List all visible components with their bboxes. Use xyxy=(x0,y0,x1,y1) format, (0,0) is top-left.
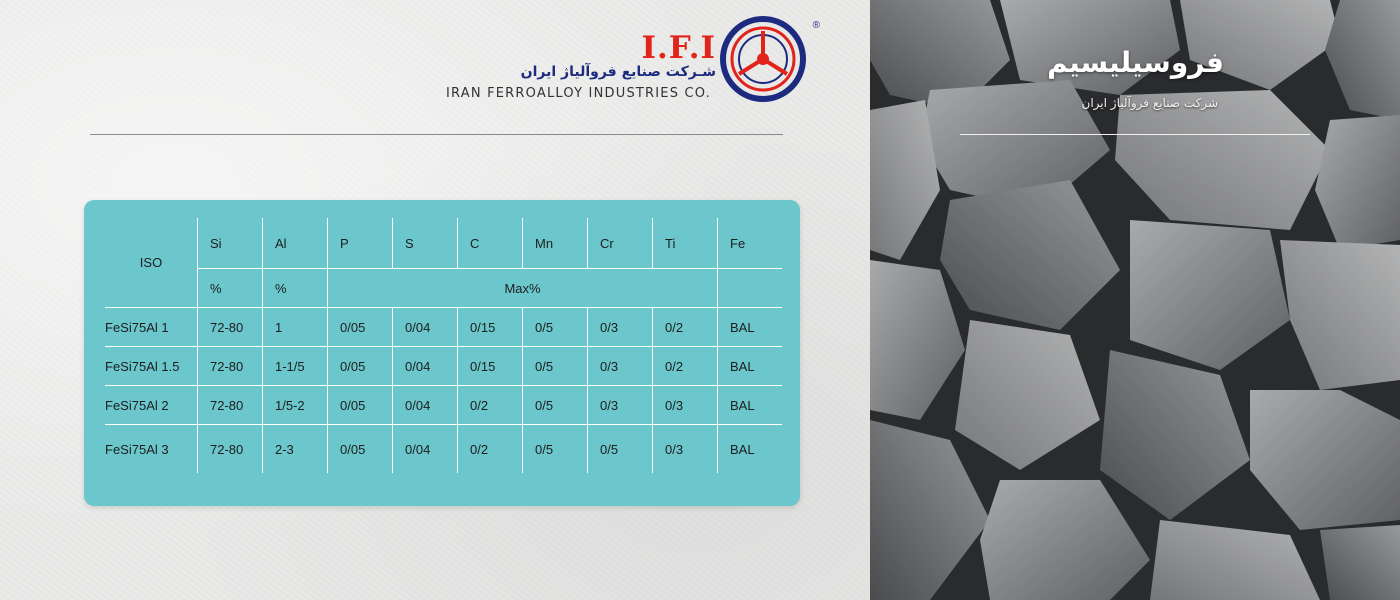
table-cell: BAL xyxy=(717,424,782,473)
table-cell: 0/3 xyxy=(587,346,653,386)
table-cell: 0/2 xyxy=(457,424,523,473)
table-cell: 72-80 xyxy=(197,385,263,425)
company-logo[interactable]: I.F.I شـرکت صنایع فروآلیاژ ایران IRAN FE… xyxy=(440,14,820,106)
table-header-row: ISO Si Al P S C Mn Cr Ti Fe xyxy=(105,218,782,308)
table-cell: 0/05 xyxy=(327,385,393,425)
unit-max-percent: Max% xyxy=(327,268,718,308)
table-cell: 0/5 xyxy=(522,346,588,386)
product-title: فروسیلیسیم xyxy=(1047,46,1224,79)
table-cell: 1/5-2 xyxy=(262,385,328,425)
row-iso: FeSi75Al 1.5 xyxy=(105,346,198,386)
unit-si: % xyxy=(197,268,263,308)
table-unit-row: % % Max% xyxy=(105,268,782,308)
table-cell: 0/04 xyxy=(392,385,458,425)
unit-al: % xyxy=(262,268,328,308)
table-row: FeSi75Al 3 72-80 2-3 0/05 0/04 0/2 0/5 0… xyxy=(105,424,782,473)
product-photo-panel: فروسیلیسیم شرکت صنایع فروآلیاژ ایران xyxy=(870,0,1400,600)
table-cell: 0/04 xyxy=(392,346,458,386)
table-cell: 0/5 xyxy=(522,307,588,347)
table-cell: 0/15 xyxy=(457,307,523,347)
logo-name-en: IRAN FERROALLOY INDUSTRIES CO. xyxy=(446,86,712,101)
table-cell: 0/2 xyxy=(652,307,718,347)
header-c: C xyxy=(457,218,523,269)
header-fe: Fe xyxy=(717,218,782,269)
table-cell: 0/15 xyxy=(457,346,523,386)
table-cell: 0/05 xyxy=(327,424,393,473)
spec-table-card: ISO Si Al P S C Mn Cr Ti Fe % % Max% FeS… xyxy=(84,200,800,506)
table-cell: 0/04 xyxy=(392,307,458,347)
table-cell: 72-80 xyxy=(197,424,263,473)
header-ti: Ti xyxy=(652,218,718,269)
logo-name-fa: شـرکت صنایع فروآلیاژ ایران xyxy=(520,64,716,80)
table-cell: 0/5 xyxy=(587,424,653,473)
table-row: FeSi75Al 1.5 72-80 1-1/5 0/05 0/04 0/15 … xyxy=(105,346,782,386)
table-cell: 0/3 xyxy=(652,385,718,425)
header-s: S xyxy=(392,218,458,269)
table-cell: 2-3 xyxy=(262,424,328,473)
table-row: FeSi75Al 1 72-80 1 0/05 0/04 0/15 0/5 0/… xyxy=(105,307,782,347)
registered-mark: ® xyxy=(812,20,820,31)
header-iso: ISO xyxy=(105,218,198,308)
table-cell: 0/05 xyxy=(327,307,393,347)
table-cell: 0/04 xyxy=(392,424,458,473)
table-cell: BAL xyxy=(717,385,782,425)
row-iso: FeSi75Al 3 xyxy=(105,424,198,473)
row-iso: FeSi75Al 1 xyxy=(105,307,198,347)
header-al: Al xyxy=(262,218,328,269)
table-cell: 72-80 xyxy=(197,346,263,386)
left-panel: I.F.I شـرکت صنایع فروآلیاژ ایران IRAN FE… xyxy=(0,0,870,600)
table-cell: BAL xyxy=(717,307,782,347)
table-cell: 0/3 xyxy=(587,385,653,425)
table-cell: 0/3 xyxy=(652,424,718,473)
unit-fe-empty xyxy=(717,268,782,308)
table-cell: 0/2 xyxy=(652,346,718,386)
header-si: Si xyxy=(197,218,263,269)
title-divider xyxy=(960,134,1310,135)
table-cell: 1-1/5 xyxy=(262,346,328,386)
table-cell: 0/3 xyxy=(587,307,653,347)
header-p: P xyxy=(327,218,393,269)
header-cr: Cr xyxy=(587,218,653,269)
table-cell: 0/05 xyxy=(327,346,393,386)
table-cell: 0/5 xyxy=(522,424,588,473)
row-iso: FeSi75Al 2 xyxy=(105,385,198,425)
logo-mark: I.F.I xyxy=(641,30,716,66)
table-cell: BAL xyxy=(717,346,782,386)
table-cell: 1 xyxy=(262,307,328,347)
logo-emblem-icon xyxy=(720,16,806,102)
table-cell: 72-80 xyxy=(197,307,263,347)
product-subtitle: شرکت صنایع فروآلیاژ ایران xyxy=(1081,96,1218,110)
table-cell: 0/5 xyxy=(522,385,588,425)
header-divider xyxy=(90,134,783,135)
header-mn: Mn xyxy=(522,218,588,269)
table-cell: 0/2 xyxy=(457,385,523,425)
table-row: FeSi75Al 2 72-80 1/5-2 0/05 0/04 0/2 0/5… xyxy=(105,385,782,425)
spec-table: ISO Si Al P S C Mn Cr Ti Fe % % Max% FeS… xyxy=(105,218,782,473)
ferrosilicon-rocks-image xyxy=(870,0,1400,600)
